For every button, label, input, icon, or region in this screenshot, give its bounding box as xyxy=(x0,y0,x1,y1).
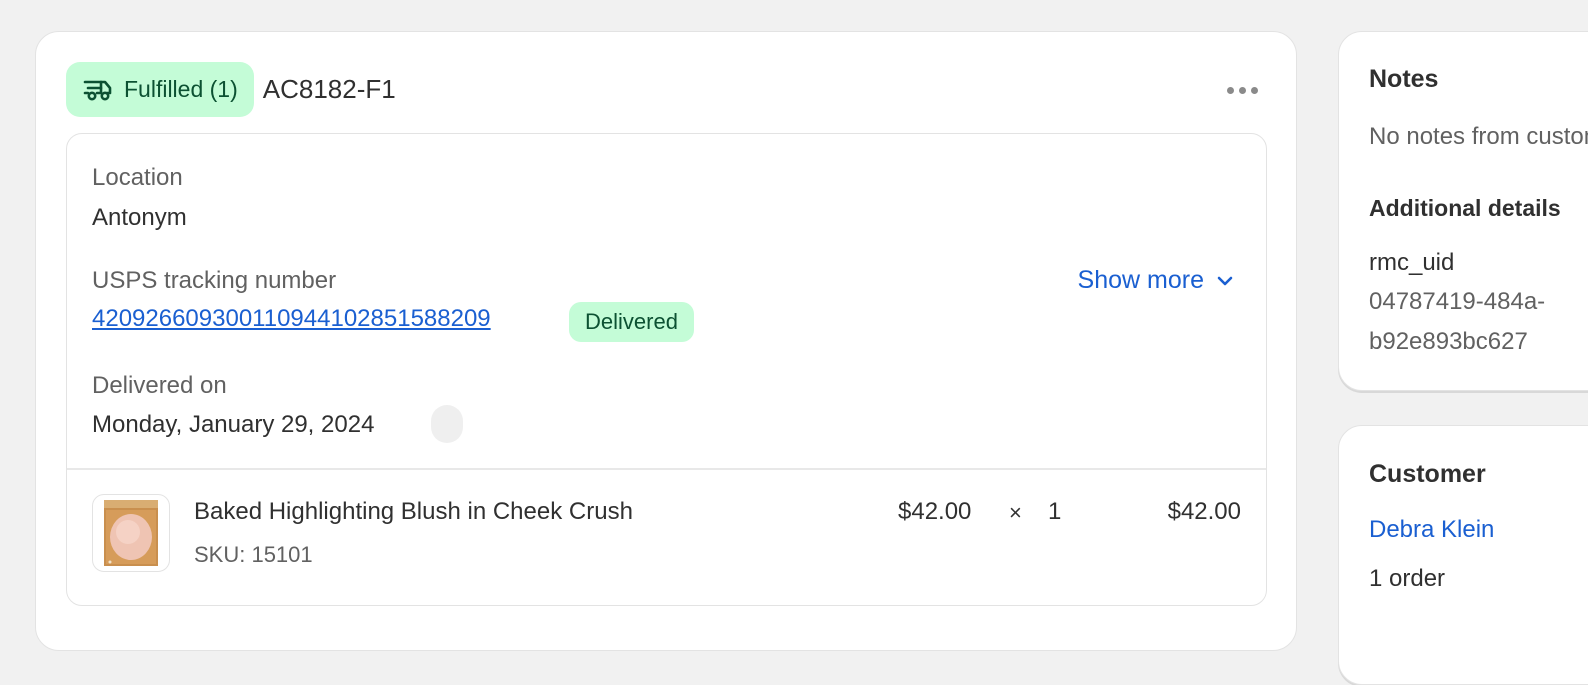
detail-value-line2: b92e893bc627 xyxy=(1369,328,1528,355)
date-info-placeholder xyxy=(431,405,463,443)
customer-title: Customer xyxy=(1369,460,1486,488)
detail-value-line1: 04787419-484a- xyxy=(1369,288,1546,315)
chevron-down-icon xyxy=(1217,276,1233,285)
fulfillment-card: Fulfilled (1) AC8182-F1 Location Antonym… xyxy=(35,31,1297,651)
tracking-status-badge: Delivered xyxy=(569,302,694,342)
delivered-on-value: Monday, January 29, 2024 xyxy=(92,411,375,438)
location-label: Location xyxy=(92,164,183,191)
unit-price: $42.00 xyxy=(898,498,972,525)
fulfillment-details-box: Location Antonym USPS tracking number 42… xyxy=(66,133,1267,606)
dot-icon xyxy=(1238,86,1246,94)
notes-title: Notes xyxy=(1369,65,1439,93)
quantity: 1 xyxy=(1048,498,1062,525)
dot-icon xyxy=(1226,86,1234,94)
delivery-truck-icon xyxy=(83,80,112,100)
detail-key: rmc_uid xyxy=(1369,249,1455,276)
product-title[interactable]: Baked Highlighting Blush in Cheek Crush xyxy=(194,498,633,526)
notes-card: Notes No notes from customer Additional … xyxy=(1338,31,1588,391)
fulfillment-header: Fulfilled (1) AC8182-F1 xyxy=(66,62,1266,117)
fulfilled-status-badge: Fulfilled (1) xyxy=(66,62,254,117)
location-value: Antonym xyxy=(92,204,187,231)
additional-details-title: Additional details xyxy=(1369,195,1561,221)
multiply-sign: × xyxy=(1009,500,1022,525)
product-sku: SKU: 15101 xyxy=(194,542,313,567)
product-thumbnail[interactable] xyxy=(92,494,170,572)
fulfilled-status-label: Fulfilled (1) xyxy=(124,76,238,102)
tracking-number-link[interactable]: 420926609300110944102851588209 xyxy=(92,305,491,333)
dot-icon xyxy=(1250,86,1258,94)
fulfillment-id: AC8182-F1 xyxy=(262,74,396,104)
line-total: $42.00 xyxy=(1167,498,1241,525)
product-image-icon xyxy=(104,500,158,566)
customer-card: Customer Debra Klein 1 order xyxy=(1338,425,1588,685)
tracking-label: USPS tracking number xyxy=(92,267,337,294)
divider xyxy=(67,468,1266,470)
delivered-on-label: Delivered on xyxy=(92,372,227,399)
customer-name-link[interactable]: Debra Klein xyxy=(1369,516,1494,544)
show-more-label: Show more xyxy=(1077,266,1204,294)
show-more-button[interactable]: Show more xyxy=(1078,266,1236,295)
notes-empty-text: No notes from customer xyxy=(1369,123,1588,150)
customer-order-count: 1 order xyxy=(1369,565,1446,592)
more-actions-button[interactable] xyxy=(1222,76,1262,104)
